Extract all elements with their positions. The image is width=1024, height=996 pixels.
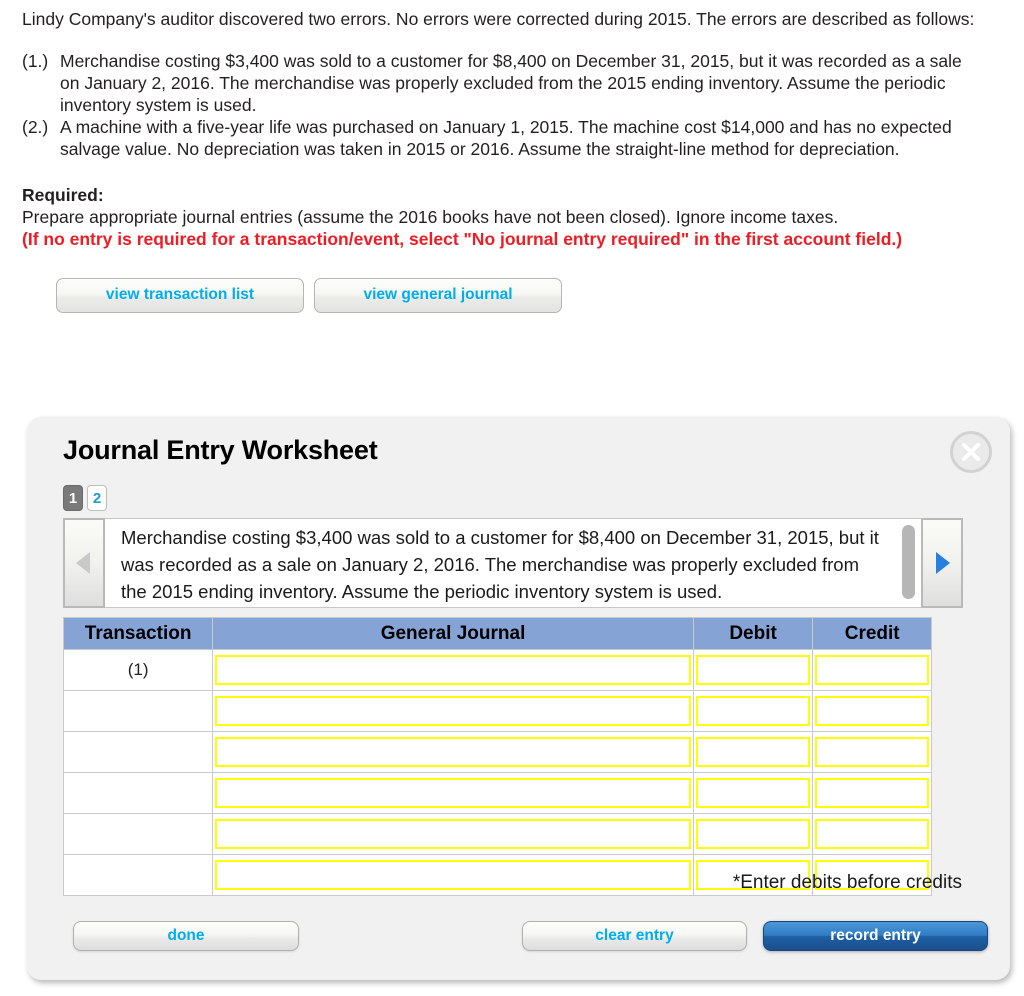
clear-entry-button[interactable]: clear entry — [522, 921, 747, 951]
entry-description-navigator: Merchandise costing $3,400 was sold to a… — [63, 518, 963, 608]
done-button[interactable]: done — [73, 921, 299, 951]
next-entry-arrow-icon[interactable] — [921, 518, 963, 608]
previous-entry-arrow-icon[interactable] — [63, 518, 105, 608]
debit-cell[interactable] — [692, 731, 814, 773]
general-journal-input[interactable] — [215, 696, 691, 726]
credit-cell[interactable] — [812, 813, 932, 855]
enter-debits-before-credits-note: *Enter debits before credits — [732, 872, 962, 893]
general-journal-cell[interactable] — [212, 772, 694, 814]
worksheet-title: Journal Entry Worksheet — [63, 435, 378, 465]
credit-cell[interactable] — [812, 649, 932, 691]
table-row — [62, 690, 932, 732]
required-note: (If no entry is required for a transacti… — [22, 229, 903, 249]
view-general-journal-button[interactable]: view general journal — [314, 278, 562, 313]
credit-input[interactable] — [815, 778, 929, 808]
general-journal-input[interactable] — [215, 819, 691, 849]
transaction-cell — [62, 813, 214, 855]
problem-item-1: (1.) Merchandise costing $3,400 was sold… — [22, 50, 984, 116]
general-journal-cell[interactable] — [212, 731, 694, 773]
table-row: (1) — [62, 649, 932, 691]
general-journal-input[interactable] — [215, 737, 691, 767]
general-journal-input[interactable] — [215, 860, 691, 890]
credit-input[interactable] — [815, 655, 929, 685]
worksheet-footer-buttons: done clear entry record entry — [27, 917, 1010, 957]
debit-input[interactable] — [695, 655, 811, 685]
view-transaction-list-button[interactable]: view transaction list — [56, 278, 304, 313]
problem-item-1-number: (1.) — [22, 51, 49, 71]
debit-cell[interactable] — [692, 649, 814, 691]
tab-entry-2[interactable]: 2 — [87, 485, 107, 511]
table-header-row: Transaction General Journal Debit Credit — [62, 617, 932, 650]
credit-input[interactable] — [815, 696, 929, 726]
debit-input[interactable] — [695, 737, 811, 767]
table-row — [62, 731, 932, 773]
general-journal-cell[interactable] — [212, 690, 694, 732]
problem-statement: Lindy Company's auditor discovered two e… — [0, 0, 1024, 250]
general-journal-input[interactable] — [215, 655, 691, 685]
debit-input[interactable] — [695, 819, 811, 849]
worksheet-tabs: 1 2 — [63, 485, 107, 511]
general-journal-input[interactable] — [215, 778, 691, 808]
view-buttons-group: view transaction list view general journ… — [56, 278, 1024, 313]
credit-input[interactable] — [815, 819, 929, 849]
problem-item-2-text: A machine with a five-year life was purc… — [60, 117, 952, 159]
journal-entry-worksheet-panel: Journal Entry Worksheet 1 2 Merchandise … — [27, 417, 1010, 980]
general-journal-cell[interactable] — [212, 813, 694, 855]
required-section: Required: Prepare appropriate journal en… — [22, 184, 984, 250]
tab-entry-1[interactable]: 1 — [63, 485, 83, 511]
description-scrollbar[interactable] — [902, 525, 915, 603]
transaction-cell — [62, 772, 214, 814]
debit-input[interactable] — [695, 778, 811, 808]
debit-cell[interactable] — [692, 772, 814, 814]
column-header-transaction: Transaction — [62, 617, 214, 650]
description-scrollbar-thumb[interactable] — [902, 525, 915, 599]
close-icon[interactable] — [950, 431, 992, 473]
column-header-general-journal: General Journal — [212, 617, 694, 650]
entry-description-box: Merchandise costing $3,400 was sold to a… — [105, 518, 921, 608]
credit-cell[interactable] — [812, 690, 932, 732]
journal-entry-table: Transaction General Journal Debit Credit… — [62, 617, 932, 896]
credit-cell[interactable] — [812, 731, 932, 773]
record-entry-button[interactable]: record entry — [763, 921, 988, 951]
general-journal-cell[interactable] — [212, 854, 694, 896]
transaction-cell — [62, 854, 214, 896]
entry-description-text: Merchandise costing $3,400 was sold to a… — [121, 527, 879, 602]
column-header-credit: Credit — [812, 617, 932, 650]
general-journal-cell[interactable] — [212, 649, 694, 691]
debit-input[interactable] — [695, 696, 811, 726]
debit-cell[interactable] — [692, 690, 814, 732]
table-row — [62, 813, 932, 855]
required-instruction: Prepare appropriate journal entries (ass… — [22, 207, 839, 227]
debit-cell[interactable] — [692, 813, 814, 855]
problem-item-1-text: Merchandise costing $3,400 was sold to a… — [60, 51, 962, 115]
table-row — [62, 772, 932, 814]
problem-item-2: (2.) A machine with a five-year life was… — [22, 116, 984, 160]
credit-cell[interactable] — [812, 772, 932, 814]
transaction-cell: (1) — [62, 649, 214, 691]
column-header-debit: Debit — [692, 617, 814, 650]
transaction-cell — [62, 690, 214, 732]
problem-intro: Lindy Company's auditor discovered two e… — [22, 9, 975, 29]
credit-input[interactable] — [815, 737, 929, 767]
required-label: Required: — [22, 185, 104, 205]
problem-item-2-number: (2.) — [22, 117, 49, 137]
transaction-cell — [62, 731, 214, 773]
